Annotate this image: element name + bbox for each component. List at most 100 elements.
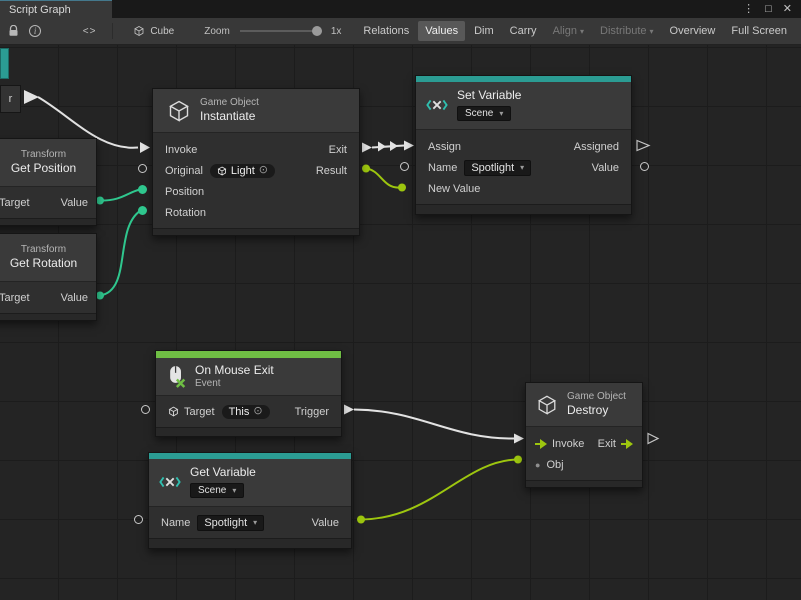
zoom-slider[interactable] bbox=[240, 30, 322, 32]
tab-script-graph[interactable]: Script Graph bbox=[0, 0, 112, 18]
node-title: On Mouse Exit bbox=[195, 363, 274, 378]
node-header: Set Variable Scene ▾ bbox=[416, 82, 631, 130]
close-icon[interactable]: ✕ bbox=[783, 0, 792, 18]
clipped-variable-node[interactable] bbox=[0, 48, 9, 79]
port-label-exit: Exit bbox=[329, 144, 347, 156]
port-label-target: Target bbox=[184, 406, 215, 418]
port-exit-arrow[interactable] bbox=[362, 143, 372, 153]
code-view-icon[interactable]: <> bbox=[83, 26, 97, 37]
dim-button[interactable]: Dim bbox=[467, 21, 501, 41]
variable-kind-dropdown[interactable]: Scene ▾ bbox=[457, 106, 511, 121]
port-label-invoke: Invoke bbox=[552, 438, 584, 450]
menu-icon[interactable]: ⋮ bbox=[743, 0, 754, 18]
zoom-slider-knob[interactable] bbox=[312, 26, 322, 36]
port-assigned-arrow[interactable] bbox=[637, 141, 649, 151]
variable-kind-dropdown[interactable]: Scene ▾ bbox=[190, 483, 244, 498]
align-button[interactable]: Align▾ bbox=[546, 21, 591, 41]
port-trigger-arrow[interactable] bbox=[344, 405, 354, 415]
port-label-position: Position bbox=[165, 186, 204, 198]
lock-icon[interactable] bbox=[6, 22, 21, 40]
variable-icon bbox=[426, 94, 448, 116]
node-get-rotation[interactable]: Transform Get Rotation Target Value bbox=[0, 233, 97, 321]
wire-exit-to-assign[interactable] bbox=[372, 146, 404, 148]
original-value-chip[interactable]: Light ⊙ bbox=[210, 164, 275, 178]
overview-button[interactable]: Overview bbox=[663, 21, 723, 41]
node-set-variable[interactable]: Set Variable Scene ▾ Assign Assigned Nam… bbox=[415, 75, 632, 215]
port-label-value: Value bbox=[592, 162, 619, 174]
port-getrotation-value[interactable] bbox=[96, 292, 104, 300]
graph-toolbar: i <> Cube Zoom 1x Relations Values Dim C… bbox=[0, 18, 801, 45]
port-label-rotation: Rotation bbox=[165, 207, 206, 219]
node-get-position[interactable]: Transform Get Position Target Value bbox=[0, 138, 97, 226]
port-label-result: Result bbox=[316, 165, 347, 177]
tab-title: Script Graph bbox=[9, 4, 71, 16]
variable-name-dropdown[interactable]: Spotlight ▾ bbox=[464, 160, 531, 176]
node-title: Get Rotation bbox=[10, 256, 77, 271]
node-instantiate[interactable]: Game Object Instantiate Invoke Exit Orig… bbox=[152, 88, 360, 236]
distribute-button[interactable]: Distribute▾ bbox=[593, 21, 660, 41]
port-assign-arrow[interactable] bbox=[404, 141, 414, 151]
port-result[interactable] bbox=[362, 165, 370, 173]
node-on-mouse-exit[interactable]: On Mouse Exit Event Target This ⊙ Trigge… bbox=[155, 350, 342, 437]
window-buttons: ⋮ □ ✕ bbox=[743, 0, 801, 18]
info-icon[interactable]: i bbox=[27, 22, 42, 40]
port-destroy-obj[interactable] bbox=[514, 456, 522, 464]
obj-port-dot[interactable]: ● bbox=[535, 460, 540, 470]
object-picker-icon[interactable]: ⊙ bbox=[259, 165, 268, 176]
wire-position[interactable] bbox=[100, 190, 140, 201]
wire-rotation[interactable] bbox=[100, 211, 140, 296]
port-position-input[interactable] bbox=[138, 185, 147, 194]
chevron-down-icon: ▾ bbox=[232, 486, 236, 495]
node-get-variable[interactable]: Get Variable Scene ▾ Name Spotlight ▾ Va… bbox=[148, 452, 352, 549]
wire-trigger-to-destroy[interactable] bbox=[354, 410, 514, 439]
wire-start-arrow[interactable] bbox=[24, 90, 39, 104]
node-footer bbox=[156, 427, 341, 436]
graph-canvas[interactable]: r Tr bbox=[0, 45, 801, 600]
wire-getvariable-to-obj[interactable] bbox=[361, 460, 518, 520]
wire-mid-arrow bbox=[390, 141, 398, 151]
port-invoke-arrow[interactable] bbox=[140, 142, 150, 153]
port-target-input[interactable] bbox=[141, 405, 150, 414]
target-value-chip[interactable]: This ⊙ bbox=[222, 405, 270, 419]
invoke-flow-icon[interactable] bbox=[535, 439, 547, 449]
wire-mid-arrow bbox=[378, 142, 386, 152]
port-destroy-invoke-arrow[interactable] bbox=[514, 434, 524, 444]
relations-button[interactable]: Relations bbox=[356, 21, 416, 41]
node-category: Transform bbox=[11, 149, 76, 161]
port-rotation-input[interactable] bbox=[138, 206, 147, 215]
port-newvalue[interactable] bbox=[398, 184, 406, 192]
maximize-icon[interactable]: □ bbox=[765, 0, 772, 18]
port-value-output[interactable] bbox=[640, 162, 649, 171]
node-header: Transform Get Position bbox=[0, 139, 96, 187]
port-label-new-value: New Value bbox=[428, 183, 480, 195]
exit-flow-icon[interactable] bbox=[621, 439, 633, 449]
port-label-name: Name bbox=[161, 517, 190, 529]
port-label-value: Value bbox=[312, 517, 339, 529]
port-label-target: Target bbox=[0, 197, 30, 209]
fullscreen-button[interactable]: Full Screen bbox=[724, 21, 794, 41]
variable-name-dropdown[interactable]: Spotlight ▾ bbox=[197, 515, 264, 531]
values-button[interactable]: Values bbox=[418, 21, 465, 41]
graph-target[interactable]: Cube bbox=[133, 25, 174, 37]
node-title: Instantiate bbox=[200, 109, 259, 124]
node-title: Get Variable bbox=[190, 465, 256, 480]
wire-result-to-newvalue[interactable] bbox=[366, 169, 400, 188]
port-name-input[interactable] bbox=[400, 162, 409, 171]
node-destroy[interactable]: Game Object Destroy Invoke Exit ● Obj bbox=[525, 382, 643, 488]
port-label-original: Original bbox=[165, 165, 203, 177]
port-original-input[interactable] bbox=[138, 164, 147, 173]
node-title: Get Position bbox=[11, 161, 76, 176]
port-getvariable-value[interactable] bbox=[357, 516, 365, 524]
chevron-down-icon: ▾ bbox=[253, 518, 257, 527]
port-label-value: Value bbox=[61, 292, 88, 304]
port-label-obj: Obj bbox=[546, 459, 563, 471]
cube-icon bbox=[217, 166, 227, 176]
port-getposition-value[interactable] bbox=[96, 197, 104, 205]
port-destroy-exit-arrow[interactable] bbox=[648, 434, 658, 444]
clipped-node[interactable]: r bbox=[0, 85, 21, 113]
port-label-name: Name bbox=[428, 162, 457, 174]
object-picker-icon[interactable]: ⊙ bbox=[253, 406, 262, 417]
carry-button[interactable]: Carry bbox=[503, 21, 544, 41]
port-name-input[interactable] bbox=[134, 515, 143, 524]
node-header: Game Object Instantiate bbox=[153, 89, 359, 133]
